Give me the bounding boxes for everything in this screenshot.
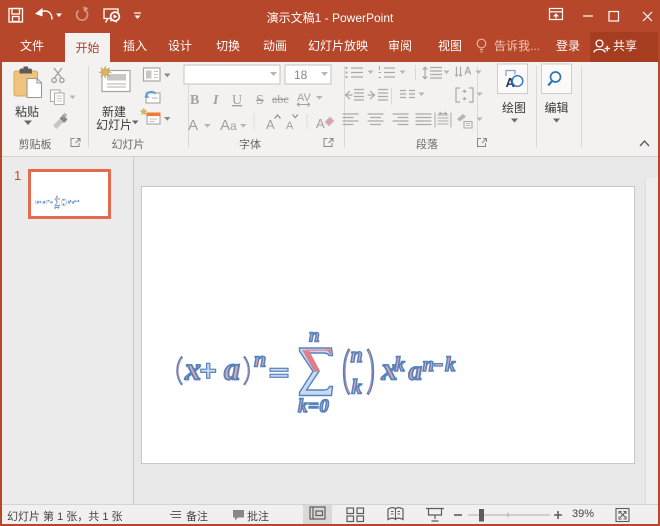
svg-text:A: A bbox=[316, 116, 325, 131]
svg-text:A: A bbox=[188, 117, 198, 134]
svg-text:A: A bbox=[220, 117, 230, 134]
svg-text:a: a bbox=[230, 119, 237, 133]
svg-text:B: B bbox=[190, 93, 199, 108]
svg-text:A: A bbox=[286, 120, 294, 132]
svg-text:S: S bbox=[256, 93, 264, 108]
svg-text:I: I bbox=[212, 93, 219, 108]
svg-text:abc: abc bbox=[272, 92, 289, 106]
svg-text:18: 18 bbox=[294, 68, 308, 82]
svg-text:A: A bbox=[266, 117, 275, 132]
svg-text:U: U bbox=[232, 93, 242, 108]
